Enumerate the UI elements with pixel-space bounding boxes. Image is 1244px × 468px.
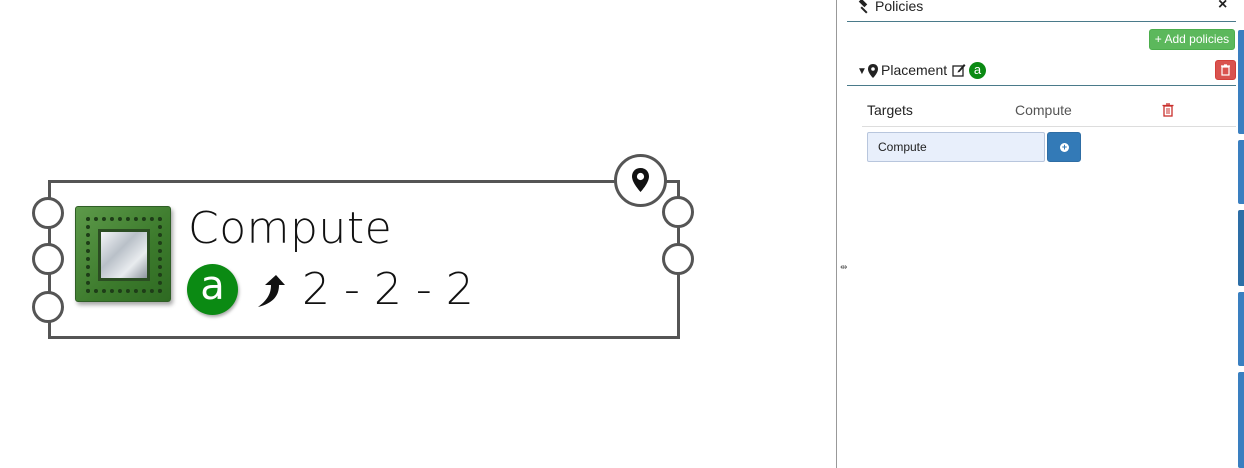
policy-name: Placement bbox=[881, 62, 948, 78]
node-title: Compute bbox=[188, 203, 393, 254]
targets-label: Targets bbox=[867, 102, 913, 118]
panel-header: Policies × bbox=[847, 0, 1236, 22]
close-icon[interactable]: × bbox=[1218, 0, 1227, 14]
node-port-left-1[interactable] bbox=[32, 197, 64, 229]
side-tab-5[interactable] bbox=[1238, 372, 1244, 468]
add-policies-button[interactable]: + Add policies bbox=[1149, 29, 1235, 50]
node-scale-text: 2 - 2 - 2 bbox=[302, 264, 474, 315]
targets-value: Compute bbox=[1015, 102, 1072, 118]
trash-icon[interactable] bbox=[1162, 103, 1174, 117]
placement-marker[interactable] bbox=[614, 154, 667, 207]
node-port-right-1[interactable] bbox=[662, 196, 694, 228]
edit-icon[interactable] bbox=[952, 63, 966, 77]
policy-badge-a: a bbox=[969, 62, 986, 79]
map-marker-icon bbox=[868, 64, 878, 78]
side-tab-4[interactable] bbox=[1238, 292, 1244, 366]
node-badge-a: a bbox=[187, 264, 238, 315]
node-port-right-2[interactable] bbox=[662, 243, 694, 275]
scale-arrow-icon bbox=[258, 275, 285, 307]
topology-canvas[interactable]: Compute a 2 - 2 - 2 bbox=[0, 0, 836, 468]
panel-title: Policies bbox=[875, 0, 924, 14]
add-target-button[interactable]: + bbox=[1047, 132, 1081, 162]
plus-circle-icon: + bbox=[1060, 142, 1069, 152]
node-port-left-2[interactable] bbox=[32, 243, 64, 275]
side-tab-1[interactable] bbox=[1238, 30, 1244, 134]
map-marker-icon bbox=[632, 168, 649, 192]
side-tab-2[interactable] bbox=[1238, 140, 1244, 204]
policy-row-placement[interactable]: ▼ Placement a bbox=[847, 58, 1236, 86]
targets-row: Targets Compute bbox=[862, 100, 1236, 127]
trash-icon bbox=[1221, 64, 1230, 76]
side-tab-strip bbox=[1236, 0, 1244, 468]
node-port-left-3[interactable] bbox=[32, 291, 64, 323]
side-tab-3[interactable] bbox=[1238, 210, 1244, 286]
panel-splitter[interactable]: ⇹ bbox=[836, 0, 848, 468]
cpu-chip-icon bbox=[75, 206, 171, 302]
target-select-field[interactable]: Compute bbox=[867, 132, 1045, 162]
caret-down-icon[interactable]: ▼ bbox=[857, 66, 867, 77]
delete-policy-button[interactable] bbox=[1215, 60, 1236, 80]
policies-panel: Policies × + Add policies ▼ Placement a … bbox=[847, 0, 1236, 468]
gavel-icon bbox=[858, 0, 868, 14]
